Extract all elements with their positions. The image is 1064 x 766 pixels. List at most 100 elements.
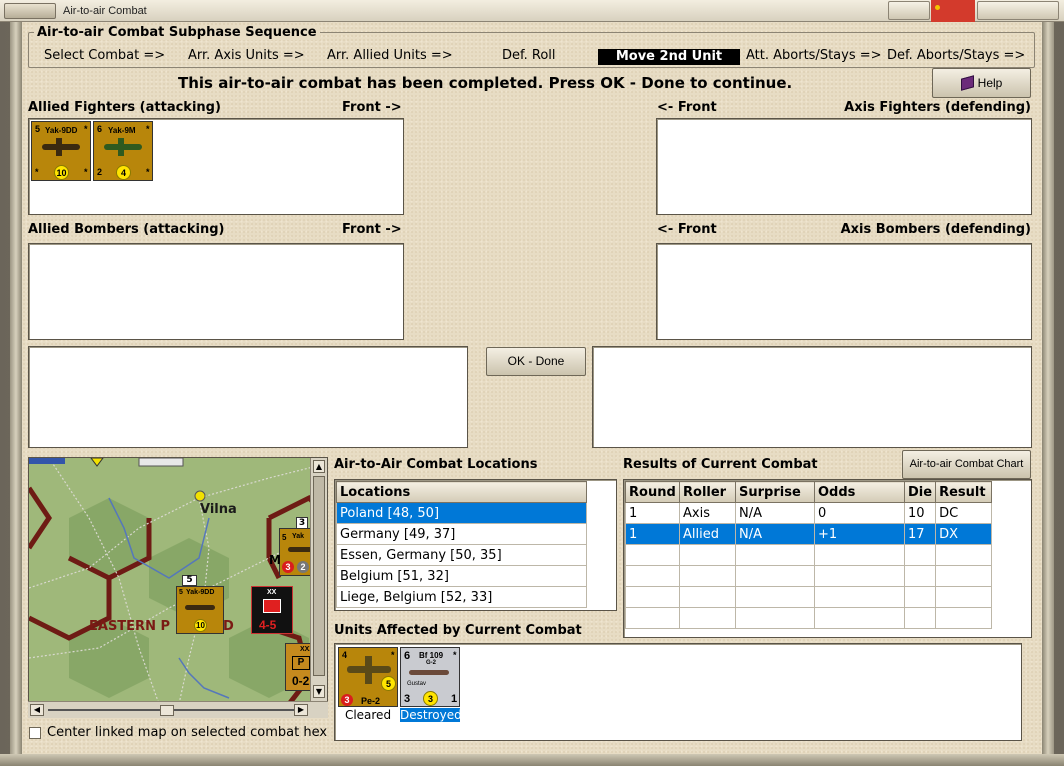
col-round[interactable]: Round: [625, 481, 680, 503]
window-menu-icon[interactable]: [4, 3, 56, 19]
results-title: Results of Current Combat: [623, 457, 818, 472]
location-item[interactable]: Liege, Belgium [52, 33]: [336, 586, 587, 608]
map-unit-right-name: Yak: [292, 533, 305, 540]
map-unit-size: XX: [267, 589, 277, 596]
scroll-right-icon[interactable]: ▶: [294, 704, 308, 716]
col-surprise[interactable]: Surprise: [735, 481, 815, 503]
status-message: This air-to-air combat has been complete…: [178, 74, 793, 92]
map-unit-right-gray: 2: [297, 561, 309, 573]
results-table-box: Round Roller Surprise Odds Die Result 1 …: [623, 479, 1032, 638]
close-button[interactable]: [931, 0, 975, 22]
axis-bombers-box[interactable]: [656, 243, 1032, 340]
scroll-thumb-vertical[interactable]: [313, 476, 325, 676]
col-odds[interactable]: Odds: [814, 481, 905, 503]
allied-bombers-front: Front ->: [342, 222, 402, 237]
col-die[interactable]: Die: [903, 481, 937, 503]
allied-message-box: [28, 346, 468, 448]
map-unit-armor[interactable]: XX 4-5: [251, 586, 293, 634]
aircraft-wing: [56, 138, 62, 156]
cell: DX: [935, 523, 993, 545]
maximize-button[interactable]: [977, 1, 1059, 20]
locations-list[interactable]: Locations Poland [48, 50] Germany [49, 3…: [334, 479, 617, 611]
table-row[interactable]: 1 Allied N/A +1 17 DX: [625, 523, 993, 545]
col-roller[interactable]: Roller: [679, 481, 736, 503]
allied-bombers-box[interactable]: [28, 243, 404, 340]
phase-step-active: Move 2nd Unit: [598, 49, 740, 65]
subphase-title: Air-to-air Combat Subphase Sequence: [34, 25, 320, 40]
window-frame-left: [10, 22, 22, 764]
phase-step-def-aborts: Def. Aborts/Stays =>: [887, 48, 1026, 63]
help-button[interactable]: Help: [932, 68, 1031, 98]
counter-name: Yak-9M: [108, 126, 136, 135]
map-city-label: Vilna: [200, 502, 237, 517]
map-unit-yak-9dd[interactable]: 5 Yak-9DD 10: [176, 586, 224, 634]
window-title: Air-to-air Combat: [63, 5, 147, 17]
location-item[interactable]: Essen, Germany [50, 35]: [336, 544, 587, 566]
phase-step-select-combat: Select Combat =>: [44, 48, 166, 63]
center-map-label: Center linked map on selected combat hex: [47, 725, 328, 740]
scroll-down-icon[interactable]: ▼: [313, 685, 325, 698]
cell: 1: [625, 523, 680, 545]
table-row-empty: [625, 565, 993, 587]
location-item[interactable]: Belgium [51, 32]: [336, 565, 587, 587]
counter-bottom-left: *: [35, 167, 39, 177]
scroll-up-icon[interactable]: ▲: [313, 460, 325, 473]
map-unit-right-red: 3: [282, 561, 294, 573]
map-region-label: EASTERN P: [89, 619, 170, 634]
map-unit-strength: 4-5: [259, 618, 277, 632]
affected-unit-bf-109[interactable]: 6 Bf 109 * G-2 Gustav 3 3 1: [400, 647, 460, 707]
counter-bottom-left: 2: [97, 167, 103, 177]
linked-map[interactable]: Vilna EASTERN P D 5 5 Yak-9DD 10 XX 4-5 …: [28, 457, 328, 703]
scroll-track: [48, 709, 302, 711]
map-horizontal-scrollbar[interactable]: ◀ ▶: [28, 701, 328, 718]
counter-bottom-right: 1: [451, 693, 458, 705]
cell: Allied: [679, 523, 736, 545]
allied-fighters-front: Front ->: [342, 100, 402, 115]
affected-unit-pe-2[interactable]: 4 * 3 Pe-2 5: [338, 647, 398, 707]
title-bar: Air-to-air Combat: [0, 0, 1064, 22]
map-unit-right-letter: M: [269, 553, 281, 567]
help-book-icon: [960, 75, 974, 91]
axis-fighters-box[interactable]: [656, 118, 1032, 215]
armor-symbol-icon: [263, 599, 281, 613]
minimize-button[interactable]: [888, 1, 930, 20]
map-region-label-tail: D: [223, 619, 234, 634]
window: Air-to-air Combat Air-to-air Combat Subp…: [0, 0, 1064, 766]
location-item[interactable]: Germany [49, 37]: [336, 523, 587, 545]
aircraft-icon: [185, 605, 215, 610]
unit-counter-yak-9dd[interactable]: 5 Yak-9DD * * 10 *: [31, 121, 91, 181]
counter-top-left: 5: [35, 124, 41, 134]
affected-units-box[interactable]: 4 * 3 Pe-2 5 Cleared 6 Bf 109 * G-2 Gust…: [334, 643, 1022, 741]
counter-name: Pe-2: [361, 696, 381, 706]
window-frame-bottom: [0, 754, 1064, 766]
counter-bottom-right: *: [146, 167, 150, 177]
counter-strength-circle: 4: [116, 165, 131, 180]
results-table: Round Roller Surprise Odds Die Result 1 …: [625, 481, 993, 629]
map-unit-bottom-strength: 0-2: [292, 674, 310, 688]
allied-fighters-box[interactable]: 5 Yak-9DD * * 10 * 6 Yak-9M * 2 4 *: [28, 118, 404, 215]
col-result[interactable]: Result: [935, 481, 993, 503]
map-stack-count: 5: [182, 575, 197, 586]
cell: N/A: [735, 502, 815, 524]
counter-top-left: 6: [404, 650, 411, 662]
counter-strength-circle: 3: [423, 691, 438, 706]
map-vertical-scrollbar[interactable]: ▲ ▼: [310, 458, 327, 703]
cell: N/A: [735, 523, 815, 545]
location-item[interactable]: Poland [48, 50]: [336, 502, 587, 524]
table-row[interactable]: 1 Axis N/A 0 10 DC: [625, 502, 993, 524]
counter-top-right: *: [391, 650, 395, 660]
center-map-checkbox[interactable]: [29, 727, 41, 739]
air-combat-chart-button[interactable]: Air-to-air Combat Chart: [902, 450, 1031, 479]
map-unit-bottom-letter: P: [292, 656, 310, 670]
scroll-thumb-horizontal[interactable]: [160, 705, 174, 716]
map-canvas[interactable]: [29, 458, 328, 703]
ok-done-button[interactable]: OK - Done: [486, 347, 586, 376]
locations-header[interactable]: Locations: [336, 481, 587, 503]
aircraft-icon: [409, 670, 449, 675]
scroll-left-icon[interactable]: ◀: [30, 704, 44, 716]
cell: 0: [814, 502, 905, 524]
counter-strength-circle: 5: [381, 676, 396, 691]
unit-counter-yak-9m[interactable]: 6 Yak-9M * 2 4 *: [93, 121, 153, 181]
map-unit-name: Yak-9DD: [186, 589, 215, 596]
map-unit-top: 5: [179, 589, 183, 596]
